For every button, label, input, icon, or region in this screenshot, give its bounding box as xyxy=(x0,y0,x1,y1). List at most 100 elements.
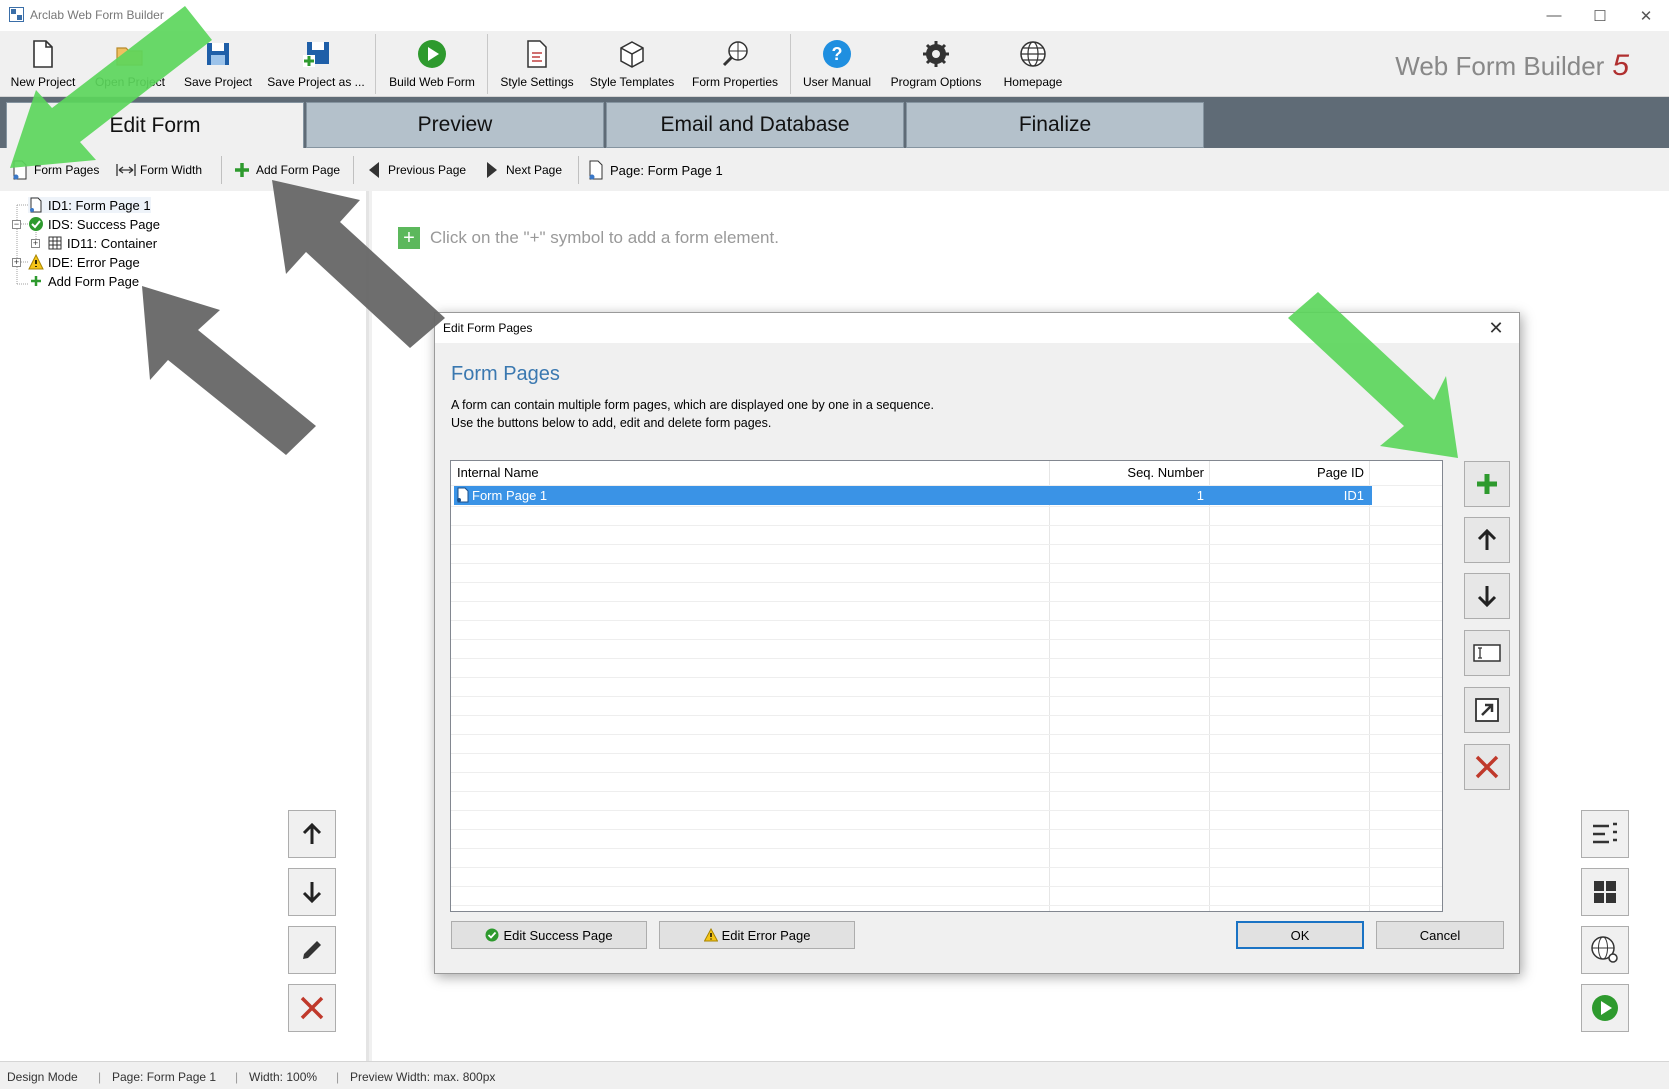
form-properties-button[interactable]: Form Properties xyxy=(686,31,784,97)
tree-item-form-page-1[interactable]: ID1: Form Page 1 xyxy=(28,197,151,213)
previous-page-button[interactable]: Previous Page xyxy=(364,159,466,181)
globe-icon xyxy=(1017,38,1049,70)
tree-item-success-page[interactable]: IDS: Success Page xyxy=(28,216,160,232)
save-project-as-button[interactable]: Save Project as ... xyxy=(266,31,366,97)
row-page-id: ID1 xyxy=(1343,488,1364,503)
form-properties-icon xyxy=(719,38,751,70)
rename-page-button[interactable] xyxy=(1464,630,1510,676)
next-page-button[interactable]: Next Page xyxy=(482,159,562,181)
open-folder-icon xyxy=(114,38,146,70)
add-element-plus-icon[interactable]: + xyxy=(398,227,420,249)
form-pages-table[interactable]: Internal Name Seq. Number Page ID Form P… xyxy=(450,460,1443,912)
user-manual-button[interactable]: ? User Manual xyxy=(798,31,876,97)
layout-settings-button[interactable] xyxy=(1581,810,1629,858)
edit-button[interactable] xyxy=(288,926,336,974)
save-project-label: Save Project xyxy=(183,75,253,89)
form-width-label: Form Width xyxy=(140,163,203,177)
close-icon[interactable]: ✕ xyxy=(1623,0,1669,31)
tab-finalize[interactable]: Finalize xyxy=(906,102,1204,148)
column-header-page-id[interactable]: Page ID xyxy=(1209,461,1364,485)
style-templates-label: Style Templates xyxy=(589,75,675,89)
page-move-down-button[interactable] xyxy=(1464,573,1510,619)
add-form-page-button[interactable]: Add Form Page xyxy=(232,159,340,181)
tab-edit-form[interactable]: Edit Form xyxy=(6,102,304,149)
tree-item-label: IDS: Success Page xyxy=(48,216,160,232)
form-pages-label: Form Pages xyxy=(34,163,100,177)
move-up-button[interactable] xyxy=(288,810,336,858)
edit-error-page-label: Edit Error Page xyxy=(721,927,811,943)
grid-row-line xyxy=(451,525,1442,526)
form-pages-button[interactable]: Form Pages xyxy=(10,159,99,181)
grid-row-line xyxy=(451,886,1442,887)
edit-success-page-button[interactable]: Edit Success Page xyxy=(451,921,647,949)
row-seq-number: 1 xyxy=(1196,488,1204,503)
globe-search-icon xyxy=(1590,935,1620,965)
edit-error-page-button[interactable]: Edit Error Page xyxy=(659,921,855,949)
grid-row-line xyxy=(451,810,1442,811)
grid-row-line xyxy=(451,791,1442,792)
grid-view-button[interactable] xyxy=(1581,868,1629,916)
table-row[interactable]: Form Page 1 1 ID1 xyxy=(454,486,1372,505)
save-project-button[interactable]: Save Project xyxy=(178,31,258,97)
tree-item-error-page[interactable]: IDE: Error Page xyxy=(28,254,140,270)
new-project-button[interactable]: New Project xyxy=(4,31,82,97)
dialog-heading: Form Pages xyxy=(451,363,560,385)
grid-row-line xyxy=(451,848,1442,849)
grid-row-line xyxy=(451,715,1442,716)
grid-row-line xyxy=(451,696,1442,697)
add-element-hint[interactable]: + Click on the "+" symbol to add a form … xyxy=(398,227,779,249)
homepage-button[interactable]: Homepage xyxy=(996,31,1070,97)
tree-item-label: IDE: Error Page xyxy=(48,254,140,270)
main-tab-bar: Edit Form Preview Email and Database Fin… xyxy=(0,97,1669,149)
add-form-page-label: Add Form Page xyxy=(256,163,341,177)
current-page-indicator[interactable]: Page: Form Page 1 xyxy=(586,159,723,181)
add-page-button[interactable] xyxy=(1464,461,1510,507)
run-button[interactable] xyxy=(1581,984,1629,1032)
cancel-button[interactable]: Cancel xyxy=(1376,921,1504,949)
row-internal-name: Form Page 1 xyxy=(472,488,548,503)
svg-text:?: ? xyxy=(832,44,843,64)
grid-row-line xyxy=(451,867,1442,868)
delete-button[interactable] xyxy=(288,984,336,1032)
column-header-internal-name[interactable]: Internal Name xyxy=(457,461,539,485)
tree-item-label: ID1: Form Page 1 xyxy=(48,197,151,213)
tree-expand-toggle[interactable]: + xyxy=(31,239,40,248)
web-preview-button[interactable] xyxy=(1581,926,1629,974)
check-circle-icon xyxy=(28,216,44,232)
open-page-button[interactable] xyxy=(1464,687,1510,733)
tree-collapse-toggle[interactable]: − xyxy=(12,220,21,229)
maximize-icon[interactable]: ☐ xyxy=(1577,0,1623,31)
rename-field-icon xyxy=(1473,643,1501,663)
delete-page-button[interactable] xyxy=(1464,744,1510,790)
plus-icon xyxy=(28,273,44,289)
warning-icon xyxy=(703,928,718,942)
form-width-button[interactable]: Form Width xyxy=(116,159,202,181)
tab-email-and-database[interactable]: Email and Database xyxy=(606,102,904,148)
column-divider xyxy=(1049,461,1050,911)
style-templates-button[interactable]: Style Templates xyxy=(586,31,678,97)
tree-expand-toggle[interactable]: + xyxy=(12,258,21,267)
ribbon-toolbar: New Project Open Project Save Project Sa… xyxy=(0,31,1669,97)
new-file-icon xyxy=(27,38,59,70)
edit-toolbar: Form Pages Form Width Add Form Page Prev… xyxy=(0,148,1669,191)
move-down-button[interactable] xyxy=(288,868,336,916)
tab-preview[interactable]: Preview xyxy=(306,102,604,148)
page-move-up-button[interactable] xyxy=(1464,517,1510,563)
minimize-icon[interactable]: — xyxy=(1531,0,1577,31)
ok-button[interactable]: OK xyxy=(1236,921,1364,949)
build-web-form-button[interactable]: Build Web Form xyxy=(382,31,482,97)
previous-page-label: Previous Page xyxy=(388,163,467,177)
column-header-seq-number[interactable]: Seq. Number xyxy=(1049,461,1204,485)
toolbar-separator xyxy=(353,156,354,184)
grid-row-line xyxy=(451,753,1442,754)
grid-row-line xyxy=(451,677,1442,678)
dialog-close-icon[interactable]: ✕ xyxy=(1473,313,1519,343)
open-project-button[interactable]: Open Project xyxy=(90,31,170,97)
tree-item-container[interactable]: ID11: Container xyxy=(47,235,157,251)
tree-item-add-form-page[interactable]: Add Form Page xyxy=(28,273,139,289)
style-settings-button[interactable]: Style Settings xyxy=(494,31,580,97)
delete-x-icon xyxy=(1474,754,1500,780)
check-circle-icon xyxy=(485,928,499,942)
app-icon xyxy=(9,7,24,22)
program-options-button[interactable]: Program Options xyxy=(886,31,986,97)
